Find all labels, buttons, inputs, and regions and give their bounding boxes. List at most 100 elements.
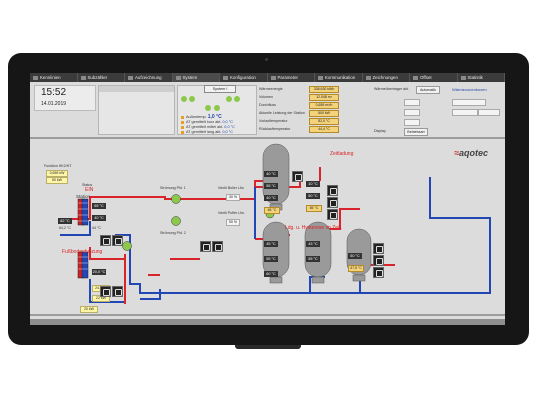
station-heat-exchanger: [77, 198, 89, 226]
meter-value-power: 500 kW: [309, 110, 339, 117]
top-nav: Kennlinien Subzähler Aufzeichnung System…: [30, 73, 505, 82]
pump-1: [171, 194, 181, 204]
settings-button-9[interactable]: [327, 197, 338, 208]
tank1-temp-d: 65 °C: [264, 207, 280, 214]
check-row-1: AT gemittelt kurz akt. 0,0 °C: [181, 120, 233, 124]
pump-indicator-4: [234, 96, 240, 102]
meter-value-flow: 0,659 m³/h: [309, 102, 339, 109]
zone-select-2[interactable]: [452, 109, 478, 116]
record-icon: [128, 75, 133, 80]
station-temp-3: 82 °C: [58, 218, 72, 224]
ventil1-field[interactable]: 30 %: [226, 194, 240, 201]
tab-statistik[interactable]: Statistik: [458, 73, 505, 82]
info-panel-header: [99, 86, 174, 92]
offset-icon: [413, 75, 418, 80]
meter-value-volume: 12.048 m³: [309, 94, 339, 101]
display-select[interactable]: Betriebsart: [404, 128, 428, 136]
pumps2-label: Strömung Pld. 2: [160, 231, 186, 235]
system-header: System I: [204, 85, 236, 93]
ventil2-field[interactable]: 50 %: [226, 219, 240, 226]
footer-separator: [30, 314, 505, 316]
check-checkbox-2[interactable]: [181, 125, 184, 129]
settings-button-11[interactable]: [373, 243, 384, 254]
funktion-field-1: 0,659 kW: [46, 170, 68, 177]
pump-indicator-6: [214, 105, 220, 111]
check-row-3: AT gemittelt lang akt. 0,0 °C: [181, 130, 233, 134]
tab-konfiguration[interactable]: Konfiguration: [220, 73, 268, 82]
pump-indicator-1: [181, 96, 187, 102]
settings-button-5[interactable]: [200, 241, 211, 252]
parameter-icon: [270, 75, 276, 80]
check-checkbox-1[interactable]: [181, 120, 184, 124]
system-panel: System I Außentemp. 1,0 °C AT gemittelt …: [177, 85, 257, 135]
tab-parameter[interactable]: Parameter: [268, 73, 315, 82]
heating-label: Zeitladung: [330, 151, 354, 157]
right-temp-3: 55 °C: [306, 205, 322, 212]
settings-button-6[interactable]: [212, 241, 223, 252]
right-temp-1: 10 °C: [306, 181, 320, 187]
meter-value-energy: 338.630 kWh: [309, 86, 339, 93]
mode-select[interactable]: Automatik: [416, 86, 440, 94]
station-temp-1: 65 °C: [92, 203, 106, 209]
settings-button-3[interactable]: [100, 286, 111, 297]
zone-select-1[interactable]: [452, 99, 486, 106]
system-icon: [175, 75, 181, 80]
floor-temp-1: 20,0 °C: [92, 269, 106, 275]
tab-zeichnungen[interactable]: Zeichnungen: [363, 73, 410, 82]
stats-icon: [460, 75, 466, 80]
pump-indicator-5: [205, 105, 211, 111]
footer-bar: [30, 319, 505, 325]
config-icon: [223, 75, 228, 80]
meter-label-supply: Vorlauftemperatur: [259, 119, 288, 123]
zone-select-3[interactable]: [478, 109, 500, 116]
return-pipe-2: [115, 177, 491, 294]
settings-button-7[interactable]: [292, 171, 303, 182]
funktion-field-2: 50 kW: [46, 177, 68, 184]
pump-indicator-2: [189, 96, 195, 102]
meter-value-supply: 82,0 °C: [309, 118, 339, 125]
pumps-label: Strömung Pld. 1: [160, 186, 186, 190]
meter-label-return: Rücklauftemperatur: [259, 127, 291, 131]
tab-offset[interactable]: Offset: [410, 73, 458, 82]
settings-button-13[interactable]: [373, 267, 384, 278]
settings-button-12[interactable]: [373, 255, 384, 266]
setpoint-checkbox[interactable]: [181, 115, 184, 119]
tank2-temp-c: 60 °C: [264, 271, 278, 277]
zone-link[interactable]: Wärmezonenboxen: [452, 87, 487, 92]
info-panel: [98, 85, 175, 135]
floor-heat-exchanger: [77, 251, 89, 279]
tab-aufzeichnung[interactable]: Aufzeichnung: [125, 73, 173, 82]
setting-field-1[interactable]: [404, 99, 420, 106]
meter-label-volume: Volumen: [259, 95, 273, 99]
tank2-temp-a: 45 °C: [264, 241, 278, 247]
tank3-temp-b: 55 °C: [306, 256, 320, 262]
check-checkbox-3[interactable]: [181, 130, 184, 134]
settings-button-10[interactable]: [327, 209, 338, 220]
meter-label-flow: Durchfluss: [259, 103, 276, 107]
check-row-2: AT gemittelt mittel akt. 0,0 °C: [181, 125, 235, 129]
tab-kennlinien[interactable]: Kennlinien: [30, 73, 78, 82]
camera-dot: [265, 58, 268, 61]
setting-field-2[interactable]: [404, 109, 420, 116]
ventil1-label: Ventil Boiler Lfw.: [218, 186, 245, 190]
pump-indicator-3: [226, 96, 232, 102]
tab-system[interactable]: System: [172, 73, 220, 82]
tab-subzaehler[interactable]: Subzähler: [78, 73, 125, 82]
meter-panel: Wärmeenergie 338.630 kWh Volumen 12.048 …: [259, 86, 369, 135]
settings-button-4[interactable]: [112, 286, 123, 297]
graph-icon: [33, 75, 38, 80]
settings-button-1[interactable]: [100, 235, 111, 246]
meter-icon: [80, 75, 86, 80]
tank2-temp-b: 55 °C: [264, 256, 278, 262]
meter-value-return: 44,4 °C: [309, 126, 339, 133]
station-temp-5: 44 °C: [92, 226, 102, 230]
tab-kommunikation[interactable]: Kommunikation: [315, 73, 363, 82]
hmi-screen: Kennlinien Subzähler Aufzeichnung System…: [30, 73, 505, 325]
settings-button-2[interactable]: [112, 235, 123, 246]
setting-field-3[interactable]: [404, 119, 420, 126]
tank1-temp-b: 55 °C: [264, 183, 278, 189]
monitor-stand: [235, 345, 301, 349]
clock-date: 14.01.2019: [41, 101, 67, 107]
settings-button-8[interactable]: [327, 185, 338, 196]
hysterese-label: Ldg. u. Hysterese im Zeit.: [285, 225, 342, 231]
